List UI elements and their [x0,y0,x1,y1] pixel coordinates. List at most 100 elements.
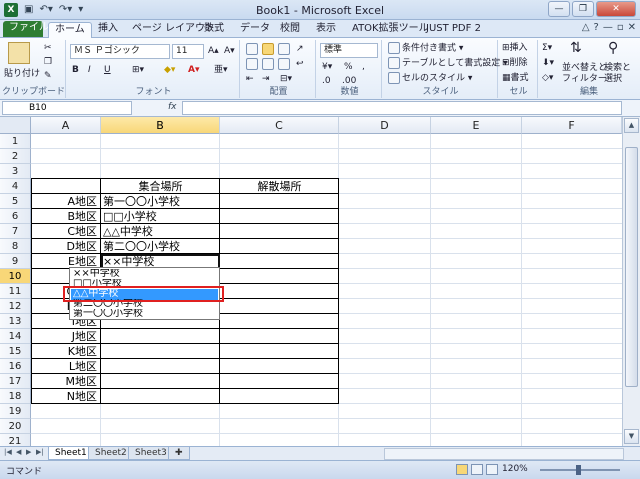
row-header-20[interactable]: 20 [0,419,31,434]
page-layout-view-icon[interactable] [471,464,483,475]
dropdown-item[interactable]: 第一〇〇小学校 [71,309,218,320]
column-header-b[interactable]: B [101,117,220,134]
row-header-16[interactable]: 16 [0,359,31,374]
text-direction-icon[interactable]: ↗ [296,43,304,55]
row-header-14[interactable]: 14 [0,329,31,344]
close-button[interactable]: ✕ [596,1,636,17]
scroll-thumb[interactable] [625,147,638,387]
wb-minimize-icon[interactable]: — [603,22,613,33]
autosum-icon[interactable]: Σ▾ [542,42,552,54]
row-header-15[interactable]: 15 [0,344,31,359]
sheet-tab-sheet3[interactable]: Sheet3 [128,447,174,460]
conditional-format-button[interactable]: 条件付き書式 ▾ [388,42,463,55]
format-cells-button[interactable]: ▦書式 [502,72,529,84]
row-header-12[interactable]: 12 [0,299,31,314]
phonetic-icon[interactable]: 亜▾ [214,64,228,76]
align-right-icon[interactable] [278,58,292,71]
fill-icon[interactable]: ⬇▾ [542,57,554,69]
font-size-select[interactable]: 11 [172,44,204,59]
row-header-10[interactable]: 10 [0,269,31,284]
row-header-17[interactable]: 17 [0,374,31,389]
align-top-icon[interactable] [246,43,260,56]
row-header-2[interactable]: 2 [0,149,31,164]
tab-insert[interactable]: 挿入 [92,22,124,38]
wrap-text-icon[interactable]: ↩ [296,58,304,70]
row-header-6[interactable]: 6 [0,209,31,224]
row-header-21[interactable]: 21 [0,434,31,446]
format-as-table-button[interactable]: テーブルとして書式設定 ▾ [388,57,508,70]
wb-restore-icon[interactable]: ▫ [617,22,624,33]
first-sheet-icon[interactable]: |◀ [4,448,12,456]
align-middle-icon[interactable] [262,43,276,56]
align-center-icon[interactable] [262,58,276,71]
row-header-9[interactable]: 9 [0,254,31,269]
row-header-1[interactable]: 1 [0,134,31,149]
zoom-level[interactable]: 120% [502,464,528,474]
underline-button[interactable]: U [104,64,111,76]
grow-font-icon[interactable]: A▴ [208,45,219,57]
worksheet-grid[interactable]: ABCDEF 1 2 3 4 5 6 7 8 9 10 11 12 13 14 15 16 17 18 19 20 21… [0,117,622,446]
align-bottom-icon[interactable] [278,43,292,56]
vertical-scrollbar[interactable]: ▲ ▼ [622,117,640,446]
currency-icon[interactable]: ¥▾ [322,61,332,73]
sheet-tab-sheet1[interactable]: Sheet1 [48,447,94,460]
paste-icon[interactable] [8,42,30,64]
help-icon[interactable]: ? [594,22,599,33]
percent-icon[interactable]: % [344,61,353,73]
column-header-a[interactable]: A [31,117,101,134]
column-header-f[interactable]: F [522,117,622,134]
sort-filter-icon[interactable]: ⇅ [570,41,582,55]
row-header-18[interactable]: 18 [0,389,31,404]
align-left-icon[interactable] [246,58,260,71]
sheet-tab-sheet2[interactable]: Sheet2 [88,447,134,460]
column-header-d[interactable]: D [339,117,431,134]
row-header-4[interactable]: 4 [0,179,31,194]
normal-view-icon[interactable] [456,464,468,475]
column-header-c[interactable]: C [220,117,339,134]
copy-icon[interactable]: ❐ [44,56,52,68]
italic-button[interactable]: I [88,64,91,76]
fill-color-icon[interactable]: ◆▾ [164,64,175,76]
zoom-slider-knob[interactable] [576,465,581,475]
row-header-13[interactable]: 13 [0,314,31,329]
scroll-up-button[interactable]: ▲ [624,118,639,133]
tab-data[interactable]: データ [234,22,276,38]
minimize-button[interactable]: — [548,1,570,17]
delete-cells-button[interactable]: ⊟削除 [502,57,528,69]
row-header-19[interactable]: 19 [0,404,31,419]
insert-cells-button[interactable]: ⊞挿入 [502,42,528,54]
tab-review[interactable]: 校閲 [274,22,306,38]
shrink-font-icon[interactable]: A▾ [224,45,235,57]
name-box[interactable]: B10 [2,101,132,115]
row-header-8[interactable]: 8 [0,239,31,254]
tab-file[interactable]: ファイル [3,21,49,37]
horizontal-scrollbar[interactable] [384,448,624,460]
minimize-ribbon-icon[interactable]: △ [582,22,590,33]
cell-styles-button[interactable]: セルのスタイル ▾ [388,72,472,85]
find-select-icon[interactable]: ⚲ [608,41,618,55]
row-header-7[interactable]: 7 [0,224,31,239]
last-sheet-icon[interactable]: ▶| [36,448,44,456]
comma-icon[interactable]: , [362,61,365,73]
format-painter-icon[interactable]: ✎ [44,70,52,82]
next-sheet-icon[interactable]: ▶ [26,448,31,456]
row-header-11[interactable]: 11 [0,284,31,299]
tab-formulas[interactable]: 数式 [198,22,230,38]
cut-icon[interactable]: ✂ [44,42,52,54]
wb-close-icon[interactable]: ✕ [628,22,636,33]
function-icon[interactable]: fx [168,102,177,112]
row-header-5[interactable]: 5 [0,194,31,209]
tab-view[interactable]: 表示 [310,22,342,38]
restore-button[interactable]: ❐ [572,1,594,17]
font-name-select[interactable]: ＭＳ Ｐゴシック [70,44,170,59]
row-header-3[interactable]: 3 [0,164,31,179]
tab-home[interactable]: ホーム [48,22,92,38]
prev-sheet-icon[interactable]: ◀ [16,448,21,456]
scroll-down-button[interactable]: ▼ [624,429,639,444]
font-color-icon[interactable]: A▾ [188,64,199,76]
clear-icon[interactable]: ◇▾ [542,72,553,84]
formula-input[interactable] [182,101,622,115]
page-break-view-icon[interactable] [486,464,498,475]
borders-icon[interactable]: ⊞▾ [132,64,144,76]
bold-button[interactable]: B [72,64,79,76]
